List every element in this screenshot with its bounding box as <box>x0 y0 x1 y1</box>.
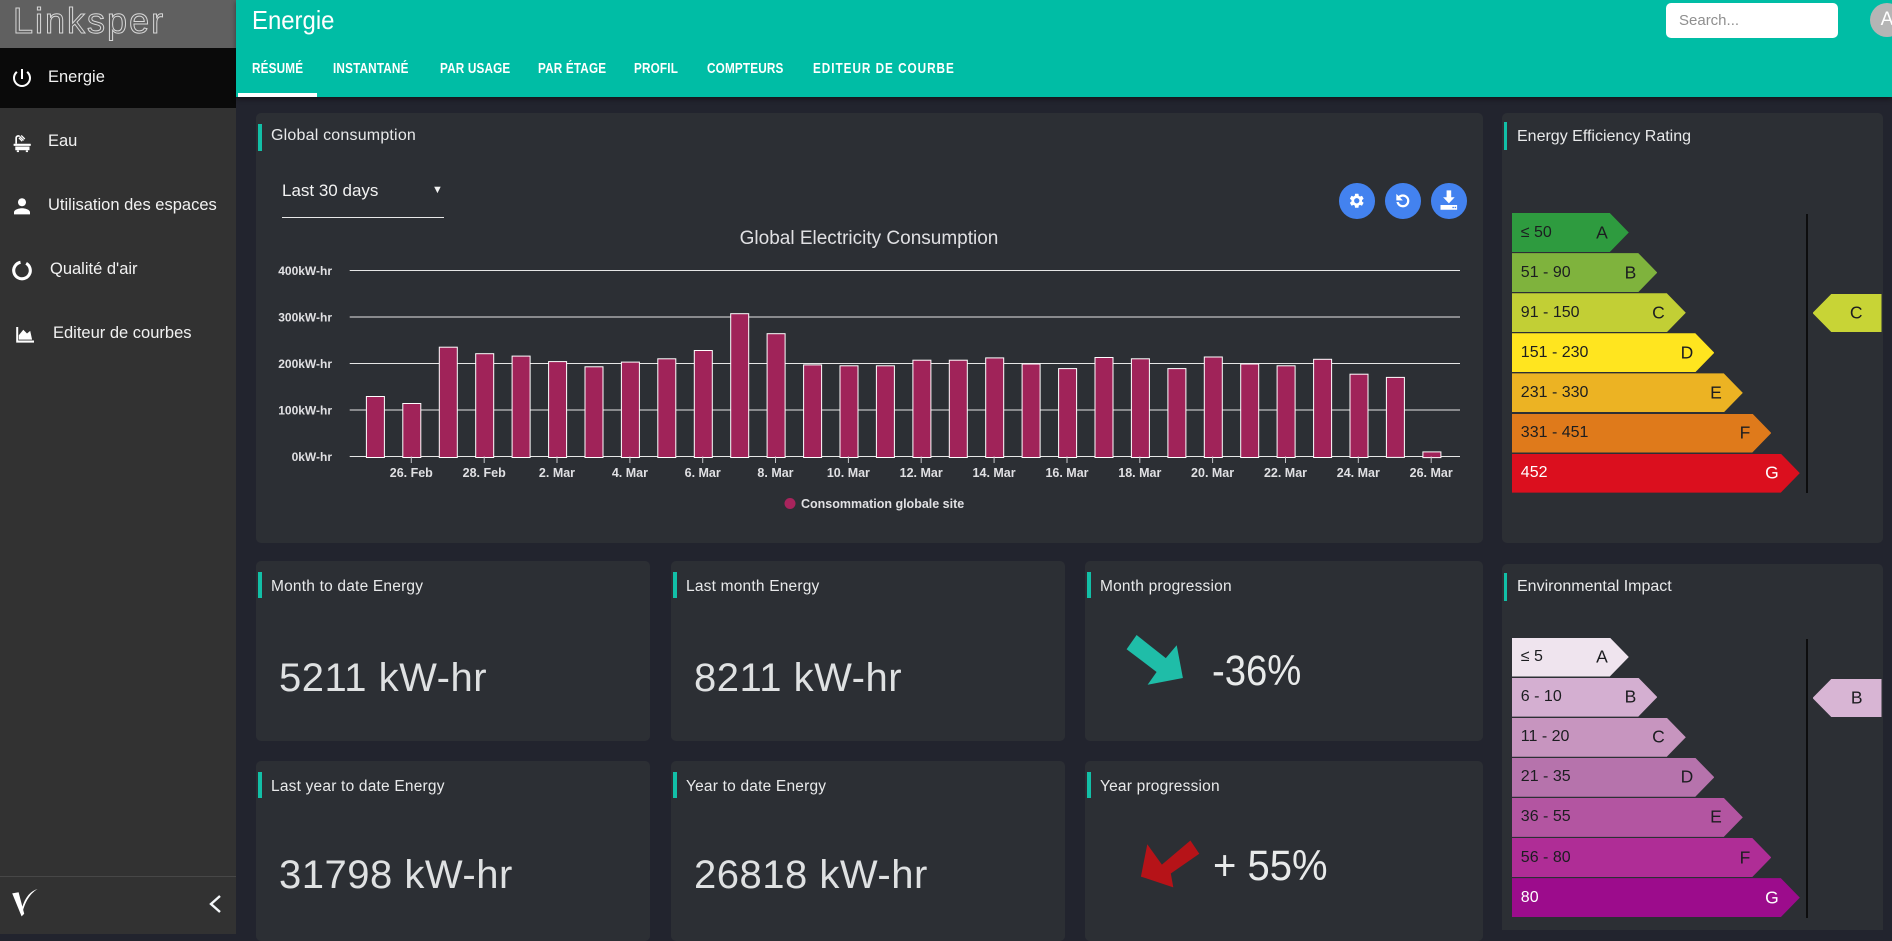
svg-text:18. Mar: 18. Mar <box>1118 466 1161 480</box>
svg-text:Global Electricity Consumption: Global Electricity Consumption <box>740 228 999 249</box>
svg-text:2. Mar: 2. Mar <box>539 466 575 480</box>
svg-text:Consommation globale site: Consommation globale site <box>801 497 964 511</box>
svg-text:100kW-hr: 100kW-hr <box>278 404 332 418</box>
svg-text:300kW-hr: 300kW-hr <box>278 311 332 325</box>
svg-text:4. Mar: 4. Mar <box>612 466 648 480</box>
svg-text:14. Mar: 14. Mar <box>973 466 1016 480</box>
svg-text:20. Mar: 20. Mar <box>1191 466 1234 480</box>
svg-text:12. Mar: 12. Mar <box>900 466 943 480</box>
svg-text:24. Mar: 24. Mar <box>1337 466 1380 480</box>
svg-text:400kW-hr: 400kW-hr <box>278 264 332 278</box>
svg-text:Linksper: Linksper <box>13 0 165 41</box>
svg-text:10. Mar: 10. Mar <box>827 466 870 480</box>
svg-text:200kW-hr: 200kW-hr <box>278 357 332 371</box>
svg-text:8. Mar: 8. Mar <box>757 466 793 480</box>
svg-text:22. Mar: 22. Mar <box>1264 466 1307 480</box>
svg-text:6. Mar: 6. Mar <box>685 466 721 480</box>
svg-text:28. Feb: 28. Feb <box>463 466 506 480</box>
svg-text:26. Feb: 26. Feb <box>390 466 433 480</box>
svg-text:16. Mar: 16. Mar <box>1045 466 1088 480</box>
svg-text:0kW-hr: 0kW-hr <box>292 450 333 464</box>
svg-text:26. Mar: 26. Mar <box>1410 466 1453 480</box>
